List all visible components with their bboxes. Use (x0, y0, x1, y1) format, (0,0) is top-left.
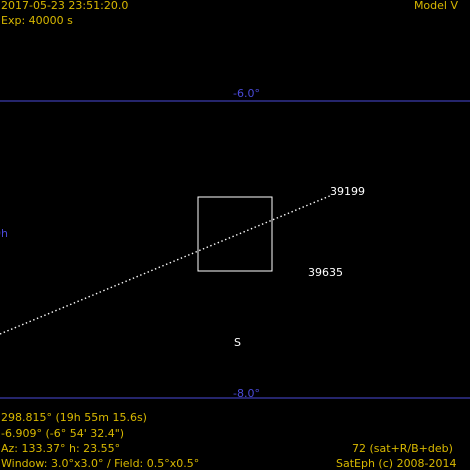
ra-readout: 298.815° (19h 55m 15.6s) (1, 411, 147, 424)
model-label: Model V (413, 0, 458, 12)
satellite-label-39199[interactable]: 39199 (330, 185, 365, 198)
satellite-track-39199[interactable] (0, 194, 333, 335)
datetime-readout: 2017-05-23 23:51:20.0 (1, 0, 129, 12)
compass-south-label: S (234, 336, 241, 349)
dec-label-top: -6.0° (233, 87, 260, 100)
satellite-label-39635[interactable]: 39635 (308, 266, 343, 279)
object-count: 72 (sat+R/B+deb) (352, 442, 453, 455)
ra-edge-label: 0h (0, 227, 8, 240)
copyright-label: SatEph (c) 2008-2014 (336, 457, 457, 470)
dec-label-bottom: -8.0° (233, 387, 260, 400)
azalt-readout: Az: 133.37° h: 23.55° (1, 442, 121, 455)
window-field-readout: Window: 3.0°x3.0° / Field: 0.5°x0.5° (1, 457, 200, 470)
field-of-view-box[interactable] (197, 196, 273, 272)
sky-chart[interactable]: -6.0° -8.0° 0h 39199 39635 S (0, 0, 470, 470)
exposure-readout: Exp: 40000 s (1, 14, 73, 27)
dec-readout: -6.909° (-6° 54' 32.4") (1, 427, 125, 440)
